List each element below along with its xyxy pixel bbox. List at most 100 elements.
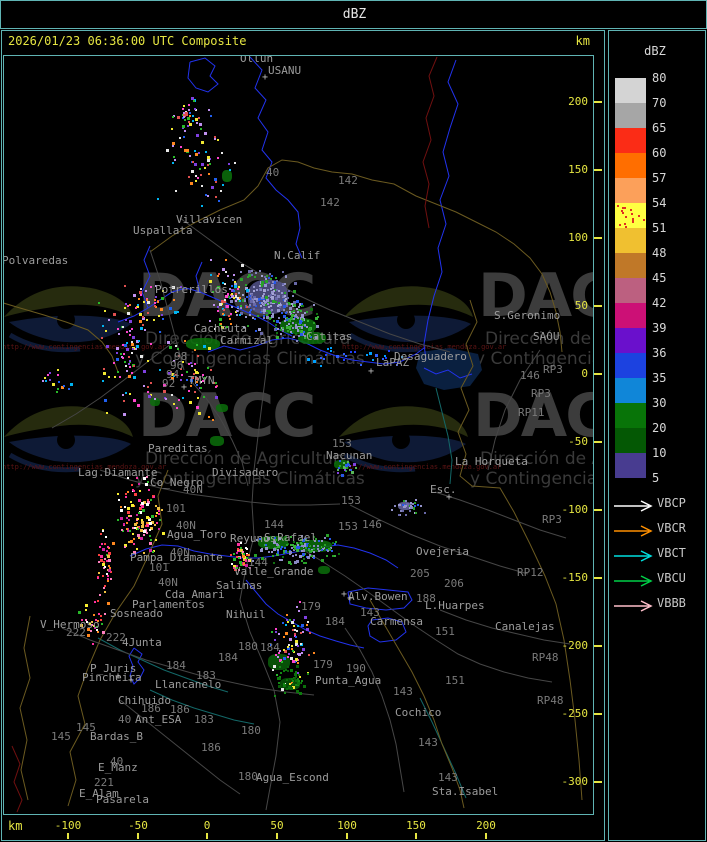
dbz-scale-band (615, 278, 646, 303)
radar-echo-pixel (122, 399, 125, 402)
radar-echo-pixel (258, 269, 261, 272)
radar-echo-pixel (194, 391, 197, 394)
radar-echo-pixel (129, 333, 132, 336)
radar-echo-pixel (131, 503, 135, 507)
radar-echo-pixel (287, 666, 290, 669)
radar-echo-pixel (404, 500, 407, 503)
radar-echo-pixel (289, 303, 291, 306)
radar-echo-pixel (208, 108, 211, 111)
radar-echo-pixel (124, 365, 127, 368)
radar-echo-pixel (294, 325, 298, 329)
radar-echo-pixel (346, 462, 349, 465)
radar-echo-pixel (304, 312, 307, 315)
radar-echo-pixel (408, 510, 411, 513)
dbz-scale-speckle (622, 207, 625, 210)
radar-echo-pixel (296, 328, 299, 331)
radar-echo-pixel (241, 554, 245, 558)
radar-echo-pixel (138, 312, 142, 316)
radar-echo-pixel (196, 177, 199, 180)
radar-echo-pixel (221, 302, 224, 305)
radar-echo-pixel (190, 181, 194, 185)
radar-map-canvas[interactable]: DACCDirección de Agriculturay Contingenc… (4, 56, 593, 814)
place-label: Cochico (395, 706, 442, 719)
radar-echo-pixel (160, 508, 163, 511)
dbz-scale-value: 60 (652, 146, 667, 160)
route-number-label: 179 (301, 600, 321, 613)
radar-echo-pixel (119, 516, 123, 520)
map-teal-line (435, 387, 453, 485)
route-number-label: 153 (338, 520, 358, 533)
radar-echo-pixel (124, 306, 127, 309)
radar-echo-pixel (207, 416, 210, 419)
radar-echo-pixel (404, 504, 407, 507)
radar-echo-pixel (188, 111, 191, 114)
place-label: Pareditas (148, 442, 208, 455)
radar-echo-pixel (126, 369, 129, 372)
radar-echo-pixel (144, 525, 147, 528)
radar-echo-pixel (241, 294, 244, 297)
radar-echo-pixel (246, 324, 249, 327)
radar-echo-pixel (107, 558, 111, 562)
route-number-label: 40N (176, 519, 196, 532)
dbz-scale-speckle (631, 217, 634, 220)
radar-echo-pixel (182, 108, 185, 111)
radar-echo-pixel (359, 364, 362, 367)
route-number-label: RP48 (537, 694, 564, 707)
radar-echo-pixel (116, 519, 119, 522)
place-label: Polvaredas (4, 254, 69, 267)
radar-echo-pixel (230, 563, 233, 566)
dbz-scale-value: 39 (652, 321, 667, 335)
radar-echo-pixel (171, 127, 174, 130)
bottom-axis-tick-label: 200 (476, 819, 496, 832)
right-axis-tick-mark (594, 645, 602, 647)
radar-echo-pixel (145, 318, 148, 321)
radar-echo-pixel (143, 329, 146, 332)
radar-echo-pixel (227, 295, 230, 298)
radar-echo-pixel (48, 378, 51, 381)
dbz-scale-band (615, 403, 646, 428)
radar-echo-pixel (297, 544, 300, 547)
radar-echo-pixel (293, 281, 297, 285)
radar-echo-pixel (198, 122, 202, 126)
radar-echo-pixel (41, 380, 44, 383)
radar-echo-pixel (67, 388, 70, 391)
radar-echo-pixel (272, 319, 275, 322)
radar-echo-pixel (150, 285, 153, 288)
route-number-label: 186 (141, 702, 161, 715)
radar-echo-pixel (307, 672, 310, 675)
radar-echo-pixel (107, 601, 111, 605)
radar-echo-pixel (290, 544, 293, 547)
radar-echo-pixel (104, 558, 107, 561)
radar-echo-pixel (289, 686, 293, 690)
radar-echo-pixel (129, 319, 133, 323)
radar-echo-pixel (126, 511, 130, 515)
radar-echo-pixel (287, 322, 290, 325)
radar-echo-pixel (230, 300, 234, 304)
radar-echo-pixel (115, 352, 118, 355)
radar-echo-pixel (263, 302, 266, 305)
radar-echo-pixel (295, 315, 298, 318)
map-river-line (249, 56, 303, 259)
radar-echo-pixel (287, 655, 290, 658)
radar-echo-pixel (97, 599, 100, 602)
radar-echo-pixel (305, 561, 308, 564)
radar-echo-pixel (415, 498, 418, 501)
route-number-label: 221 (94, 776, 114, 789)
radar-echo-pixel (116, 347, 120, 351)
radar-echo-pixel (127, 506, 131, 510)
radar-echo-pixel (302, 330, 305, 333)
radar-echo-pixel (139, 320, 143, 324)
right-axis-tick-mark (594, 101, 602, 103)
place-label: Nihuil (226, 608, 266, 621)
radar-echo-pixel (313, 557, 316, 560)
radar-echo-pixel (143, 533, 146, 536)
radar-echo-pixel (263, 288, 267, 292)
radar-echo-pixel (266, 289, 269, 292)
radar-echo-pixel (104, 565, 107, 568)
axis-unit-top: km (575, 34, 590, 48)
bottom-axis-tick-mark (206, 833, 208, 839)
dbz-scale-speckle (621, 210, 624, 213)
radar-echo-pixel (248, 298, 251, 301)
radar-echo-pixel (215, 382, 218, 385)
route-number-label: 142 (338, 174, 358, 187)
